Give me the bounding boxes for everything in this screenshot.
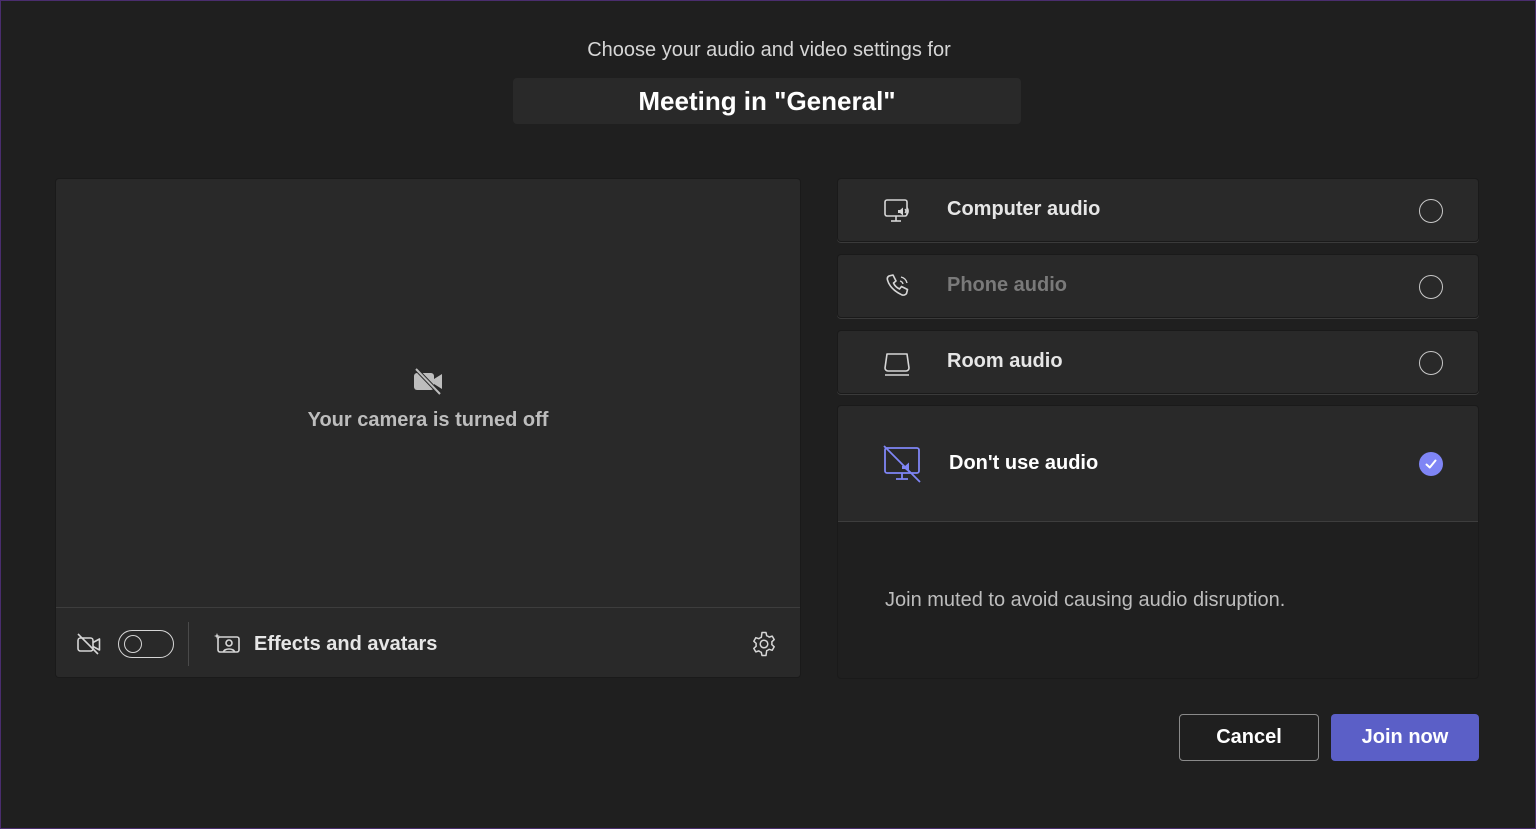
video-preview-panel: Your camera is turned off Effects and av… [55, 178, 801, 678]
video-preview: Your camera is turned off [56, 179, 800, 607]
toggle-knob [124, 635, 142, 653]
meeting-title: Meeting in "General" [513, 78, 1021, 124]
phone-audio-icon [886, 274, 909, 296]
audio-option-label: Don't use audio [949, 452, 1099, 474]
audio-option-room[interactable]: Room audio [837, 330, 1479, 394]
camera-off-message: Your camera is turned off [307, 408, 549, 431]
radio-button-checked[interactable] [1419, 452, 1443, 476]
prejoin-screen: Choose your audio and video settings for… [0, 0, 1536, 829]
no-audio-icon [883, 445, 921, 483]
camera-toggle[interactable] [118, 630, 174, 658]
cancel-button[interactable]: Cancel [1179, 714, 1319, 761]
radio-button[interactable] [1419, 275, 1443, 299]
no-audio-description: Join muted to avoid causing audio disrup… [885, 589, 1286, 611]
camera-off-icon [77, 633, 101, 655]
camera-off-icon [414, 367, 442, 395]
audio-option-label: Room audio [947, 350, 1063, 372]
join-now-button[interactable]: Join now [1331, 714, 1479, 761]
room-audio-icon [884, 353, 910, 376]
effects-and-avatars-button[interactable]: Effects and avatars [214, 626, 437, 662]
audio-option-label: Phone audio [947, 274, 1067, 296]
settings-subtitle: Choose your audio and video settings for [587, 39, 951, 61]
toolbar-divider [188, 622, 189, 666]
audio-option-label: Computer audio [947, 198, 1101, 220]
radio-button[interactable] [1419, 199, 1443, 223]
no-audio-panel: Don't use audio Join muted to avoid caus… [837, 405, 1479, 679]
computer-audio-icon [884, 199, 909, 222]
audio-option-none[interactable]: Don't use audio [838, 406, 1478, 522]
video-toolbar: Effects and avatars [56, 607, 800, 677]
radio-button[interactable] [1419, 351, 1443, 375]
audio-option-phone[interactable]: Phone audio [837, 254, 1479, 318]
gear-icon[interactable] [750, 630, 778, 658]
checkmark-icon [1425, 459, 1437, 469]
effects-icon [214, 633, 240, 653]
effects-label: Effects and avatars [254, 632, 438, 655]
audio-option-computer[interactable]: Computer audio [837, 178, 1479, 242]
